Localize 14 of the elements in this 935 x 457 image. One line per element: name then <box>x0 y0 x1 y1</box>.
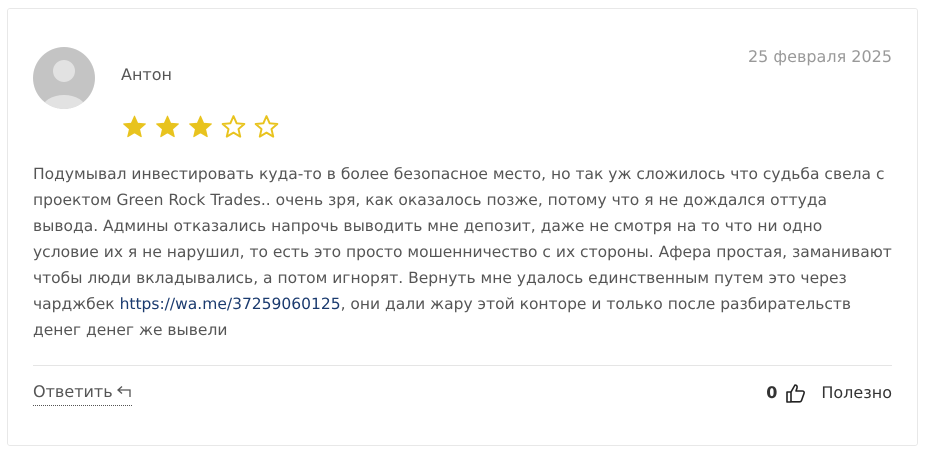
thumbs-up-icon[interactable] <box>785 382 808 404</box>
star-icon <box>154 114 181 140</box>
star-icon <box>253 114 280 140</box>
helpful-count: 0 <box>766 382 778 404</box>
review-date: 25 февраля 2025 <box>748 46 892 68</box>
star-icon <box>121 114 148 140</box>
review-text: Подумывал инвестировать куда-то в более безопасное место, но так уж сложилось что судьба свела с проектом Green Rock Trades.. очень зря, как оказалось позже, потому что я не дождался оттуда вывода. Админы отказались напрочь выводить мне депозит, даже не смотря на то что ни одно условие их я не нарушил, то есть это просто мошенничество с их стороны. Афера простая, заманивают чтобы люди вкладывались, а потом игнорят. Вернуть мне удалось единственным путем это через чарджбек https://wa.me/37259060125, они дали жару этой конторе и только после разбирательств денег денег же вывели <box>33 164 893 341</box>
star-icon <box>220 114 247 140</box>
whatsapp-link[interactable]: https://wa.me/37259060125 <box>120 295 341 313</box>
reply-arrow-icon <box>116 385 132 399</box>
reply-link[interactable]: Ответить <box>33 380 132 406</box>
helpful-label[interactable]: Полезно <box>821 381 892 405</box>
author-name: Антон <box>121 64 172 86</box>
star-icon <box>187 114 214 140</box>
